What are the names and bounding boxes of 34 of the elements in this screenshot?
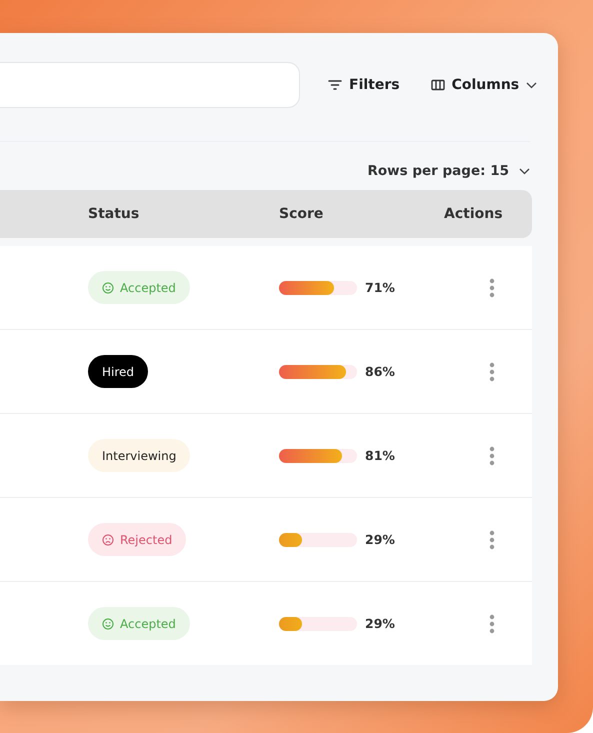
score-value: 71% [365, 280, 395, 295]
score-value: 29% [365, 616, 395, 631]
column-header: Actions [444, 206, 504, 222]
columns-button[interactable]: Columns [430, 77, 538, 93]
more-icon [489, 362, 495, 382]
more-options-button[interactable] [489, 614, 495, 634]
column-header: Status [88, 206, 140, 222]
face-icon [102, 618, 114, 630]
status-badge: Hired [88, 355, 148, 388]
chevron-icon [526, 82, 538, 88]
filter-icon [328, 79, 342, 91]
score-value: 86% [365, 364, 395, 379]
score-value: 29% [365, 532, 395, 547]
face-icon [102, 282, 114, 294]
chevron-icon [519, 168, 530, 174]
column-header: Score [279, 206, 324, 222]
more-icon [489, 446, 495, 466]
more-options-button[interactable] [489, 278, 495, 298]
search-field[interactable] [0, 62, 300, 108]
status-badge: Interviewing [88, 439, 190, 472]
more-options-button[interactable] [489, 446, 495, 466]
columns-icon [430, 79, 445, 91]
status-badge: Accepted [88, 271, 190, 304]
status-badge: Rejected [88, 523, 186, 556]
rows-per-page-select[interactable]: Rows per page: 15 [367, 162, 530, 180]
more-icon [489, 614, 495, 634]
more-icon [489, 278, 495, 298]
more-options-button[interactable] [489, 362, 495, 382]
filters-button[interactable]: Filters [328, 77, 400, 93]
status-badge: Accepted [88, 607, 190, 640]
face-icon [102, 534, 114, 546]
score-value: 81% [365, 448, 395, 463]
more-options-button[interactable] [489, 530, 495, 550]
more-icon [489, 530, 495, 550]
